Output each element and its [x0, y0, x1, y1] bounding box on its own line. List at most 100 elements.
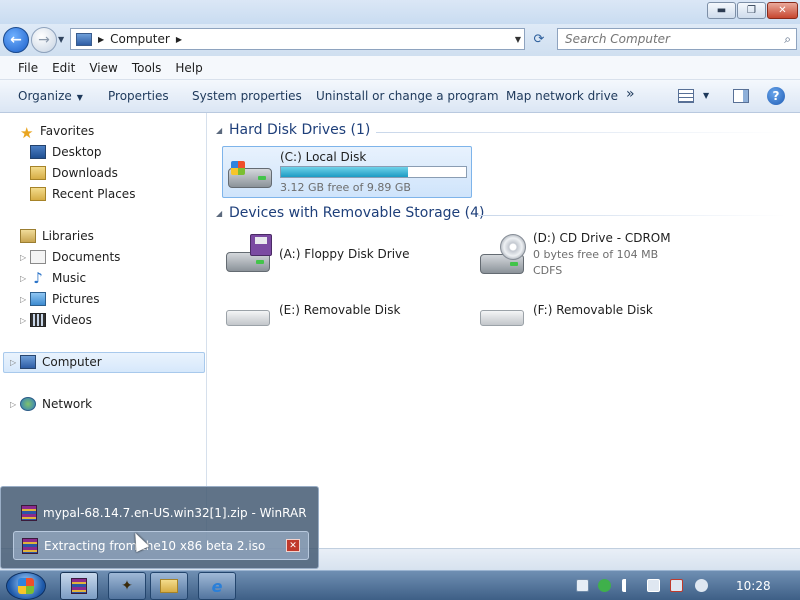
drive-c-tile[interactable]: (C:) Local Disk 3.12 GB free of 9.89 GB [222, 146, 472, 198]
tray-security-icon[interactable] [598, 579, 611, 592]
nav-libraries-label: Libraries [42, 229, 94, 243]
properties-button[interactable]: Properties [108, 89, 169, 103]
popup-item-title: mypal-68.14.7.en-US.win32[1].zip - WinRA… [43, 505, 307, 520]
expand-arrow-icon[interactable]: ▷ [10, 400, 16, 409]
expand-arrow-icon[interactable]: ▷ [20, 274, 26, 283]
content-pane: ◢ Hard Disk Drives (1) (C:) Local Disk 3… [208, 113, 800, 548]
tray-document-icon[interactable] [576, 579, 589, 592]
popup-item-extracting[interactable]: Extracting from the10 x86 beta 2.iso ✕ [13, 531, 309, 560]
tray-volume-muted-icon[interactable] [670, 579, 683, 592]
group-header-hard-disks[interactable]: Hard Disk Drives (1) [229, 122, 370, 138]
tray-usb-icon[interactable] [695, 579, 708, 592]
nav-recent-places[interactable]: Recent Places [30, 184, 135, 204]
group-divider [478, 215, 786, 216]
expand-arrow-icon[interactable]: ▷ [20, 295, 26, 304]
nav-downloads-label: Downloads [52, 166, 118, 180]
winrar-icon [71, 578, 87, 594]
nav-network[interactable]: Network [20, 394, 92, 414]
nav-desktop-label: Desktop [52, 145, 102, 159]
downloads-folder-icon [30, 166, 46, 180]
breadcrumb-arrow-icon[interactable]: ▶ [176, 35, 182, 44]
nav-libraries[interactable]: Libraries [20, 226, 94, 246]
maximize-button[interactable]: ❐ [737, 2, 766, 19]
drive-d-tile[interactable]: (D:) CD Drive - CDROM 0 bytes free of 10… [476, 230, 736, 280]
nav-network-label: Network [42, 397, 93, 411]
organize-button[interactable]: Organize ▼ [18, 89, 83, 103]
app-icon: ✦ [121, 578, 133, 594]
drive-c-name: (C:) Local Disk [280, 150, 367, 164]
winrar-icon [21, 504, 37, 521]
menu-file[interactable]: File [18, 61, 38, 75]
nav-videos[interactable]: Videos [30, 310, 92, 330]
taskbar-app-button[interactable]: ✦ [108, 572, 146, 600]
taskbar-explorer-button[interactable] [150, 572, 188, 600]
expand-arrow-icon[interactable]: ▷ [20, 253, 26, 262]
forward-button[interactable]: → [31, 27, 57, 53]
nav-documents[interactable]: Documents [30, 247, 120, 267]
forward-arrow-icon: → [38, 32, 50, 48]
drive-d-name: (D:) CD Drive - CDROM [533, 231, 671, 245]
menu-edit[interactable]: Edit [52, 61, 75, 75]
drive-a-tile[interactable]: (A:) Floppy Disk Drive [222, 230, 462, 278]
nav-downloads[interactable]: Downloads [30, 163, 118, 183]
windows-logo-icon [231, 161, 245, 175]
menu-view[interactable]: View [89, 61, 117, 75]
nav-favorites[interactable]: ★ Favorites [20, 121, 94, 142]
drive-f-name: (F:) Removable Disk [533, 303, 653, 317]
close-button[interactable]: ✕ [767, 2, 798, 19]
refresh-icon[interactable]: ⟳ [528, 29, 550, 49]
search-box[interactable]: ⌕ [557, 28, 797, 50]
expand-arrow-icon[interactable]: ▷ [20, 316, 26, 325]
breadcrumb-arrow-icon[interactable]: ▶ [98, 35, 104, 44]
music-icon: ♪ [33, 269, 43, 287]
taskbar-clock[interactable]: 10:28 [736, 579, 771, 593]
tray-flag-icon[interactable] [622, 579, 635, 592]
view-options-dropdown-icon[interactable]: ▼ [703, 91, 709, 100]
map-network-drive-button[interactable]: Map network drive [506, 89, 618, 103]
nav-desktop[interactable]: Desktop [30, 142, 102, 162]
popup-item-winrar-main[interactable]: mypal-68.14.7.en-US.win32[1].zip - WinRA… [13, 498, 309, 527]
more-commands-button[interactable]: » [626, 86, 635, 102]
system-properties-button[interactable]: System properties [192, 89, 302, 103]
help-icon[interactable]: ? [767, 87, 785, 105]
popup-close-button[interactable]: ✕ [286, 539, 300, 552]
menu-help[interactable]: Help [175, 61, 202, 75]
start-button[interactable] [6, 572, 46, 600]
drive-c-free-space: 3.12 GB free of 9.89 GB [280, 181, 411, 194]
nav-music[interactable]: ♪ Music [30, 268, 86, 288]
documents-icon [30, 250, 46, 264]
nav-computer[interactable]: Computer [20, 352, 102, 372]
nav-pictures[interactable]: Pictures [30, 289, 100, 309]
expand-arrow-icon[interactable]: ▷ [10, 358, 16, 367]
uninstall-program-button[interactable]: Uninstall or change a program [316, 89, 499, 103]
drive-e-tile[interactable]: (E:) Removable Disk [222, 298, 462, 332]
computer-icon [20, 355, 36, 369]
address-dropdown-icon[interactable]: ▼ [515, 35, 521, 44]
taskbar-ie-button[interactable]: e [198, 572, 236, 600]
drive-a-name: (A:) Floppy Disk Drive [279, 247, 410, 261]
winrar-icon [22, 537, 38, 554]
search-icon[interactable]: ⌕ [784, 32, 791, 47]
preview-pane-icon[interactable] [733, 89, 749, 103]
folder-icon [160, 579, 178, 593]
tray-network-icon[interactable] [647, 579, 660, 592]
history-dropdown-icon[interactable]: ▼ [58, 35, 64, 44]
taskbar-winrar-button[interactable] [60, 572, 98, 600]
group-header-removable[interactable]: Devices with Removable Storage (4) [229, 205, 484, 221]
nav-music-label: Music [52, 271, 87, 285]
breadcrumb-computer[interactable]: Computer [110, 32, 170, 46]
collapse-group-icon[interactable]: ◢ [216, 209, 222, 218]
drive-f-tile[interactable]: (F:) Removable Disk [476, 298, 716, 332]
address-bar[interactable]: ▶ Computer ▶ ▼ [70, 28, 525, 50]
nav-computer-label: Computer [42, 355, 102, 369]
change-view-icon[interactable] [678, 89, 694, 103]
drive-d-filesystem: CDFS [533, 264, 563, 277]
minimize-button[interactable]: ▬ [707, 2, 736, 19]
menu-tools[interactable]: Tools [132, 61, 162, 75]
collapse-group-icon[interactable]: ◢ [216, 126, 222, 135]
search-input[interactable] [565, 32, 770, 46]
navigation-bar: ← → ▼ ▶ Computer ▶ ▼ ⟳ ⌕ [0, 24, 800, 56]
group-divider [376, 132, 786, 133]
computer-icon [76, 32, 92, 46]
back-button[interactable]: ← [3, 27, 29, 53]
